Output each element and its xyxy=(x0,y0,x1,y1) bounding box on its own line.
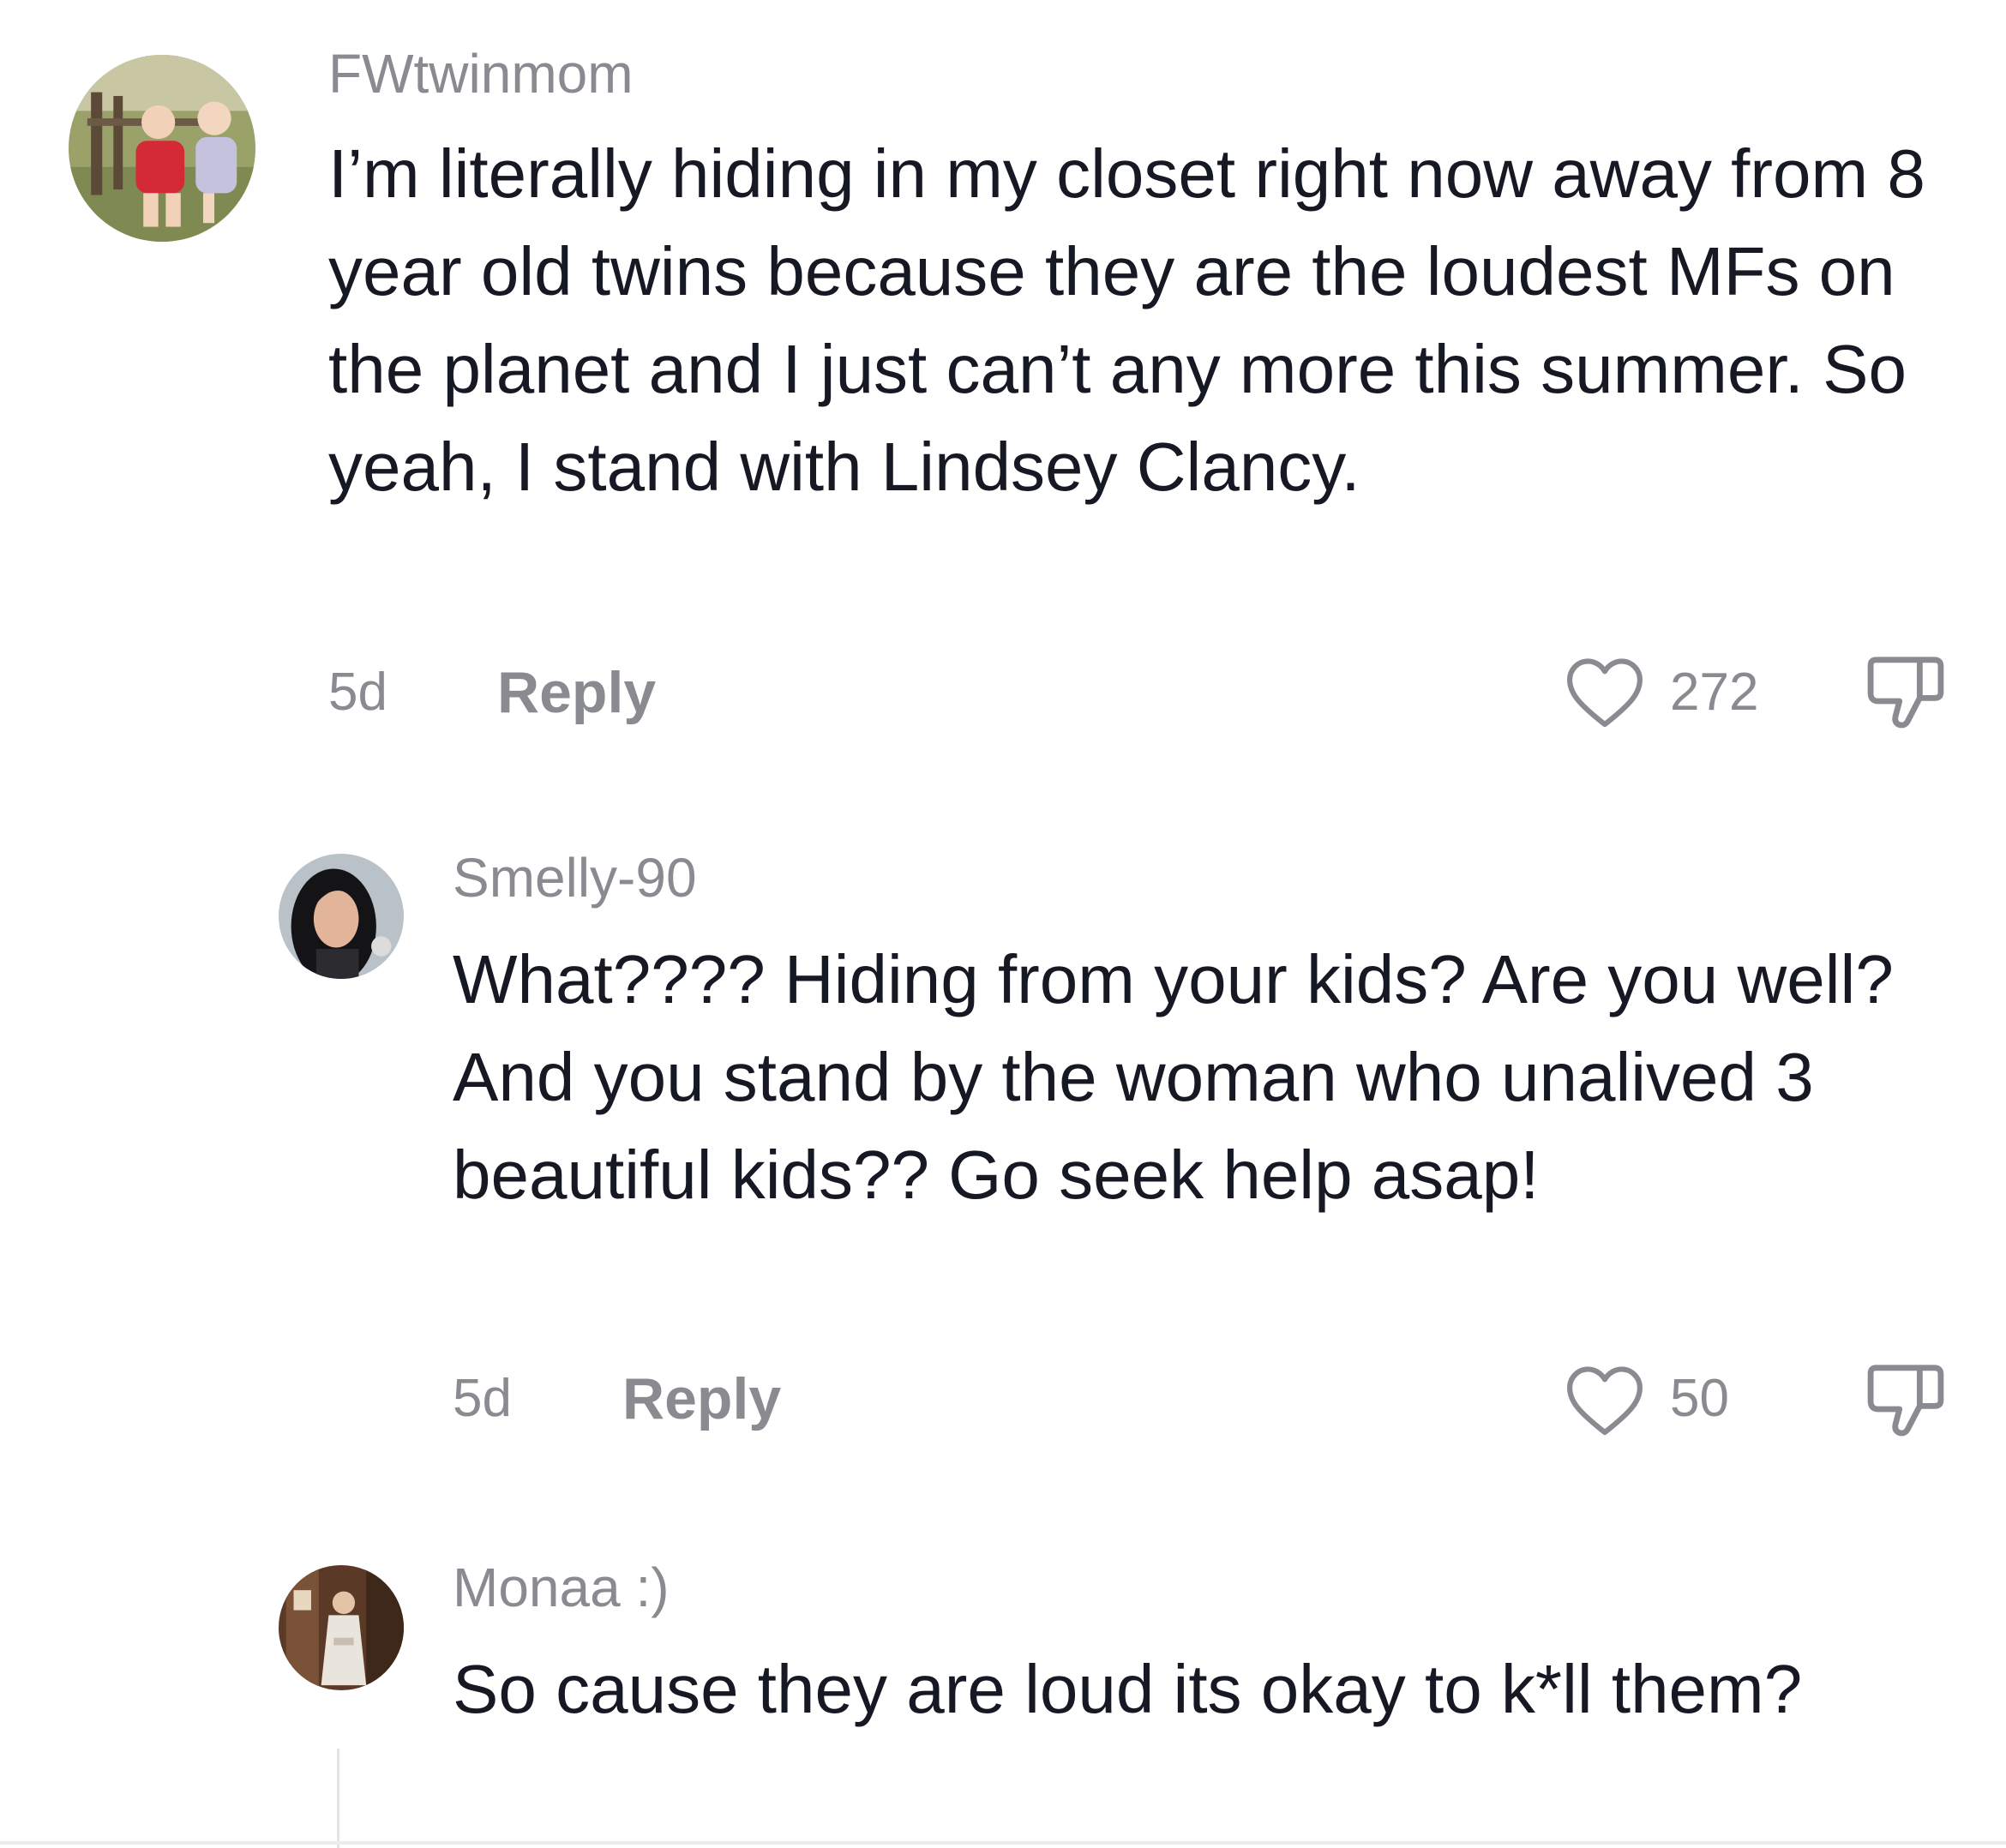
like-button[interactable] xyxy=(1562,653,1648,730)
comment-username[interactable]: FWtwinmom xyxy=(328,39,634,108)
avatar-fwtwinmom[interactable] xyxy=(69,55,255,242)
comment-timestamp: 5d xyxy=(328,663,387,722)
bottom-divider xyxy=(0,1841,2006,1845)
avatar-monaa-image xyxy=(279,1565,404,1690)
avatar-monaa[interactable] xyxy=(279,1565,404,1690)
comment-username[interactable]: Smelly-90 xyxy=(453,843,697,912)
reply-button[interactable]: Reply xyxy=(622,1365,781,1433)
dislike-button[interactable] xyxy=(1859,1358,1953,1443)
like-count: 50 xyxy=(1670,1369,1729,1428)
avatar-smelly-90[interactable] xyxy=(279,854,404,979)
like-button[interactable] xyxy=(1562,1361,1648,1438)
like-count: 272 xyxy=(1670,663,1759,722)
avatar-smelly-90-image xyxy=(279,854,404,979)
avatar-fwtwinmom-image xyxy=(69,55,255,242)
heart-outline-icon xyxy=(1567,1366,1643,1436)
reply-button[interactable]: Reply xyxy=(497,658,656,727)
comment-timestamp: 5d xyxy=(453,1369,512,1428)
comment-text: So cause they are loud its okay to k*ll … xyxy=(453,1651,1803,1727)
comment-text: What???? Hiding from your kids? Are you … xyxy=(453,941,1894,1213)
dislike-button[interactable] xyxy=(1859,650,1953,735)
thread-line xyxy=(337,1749,339,1848)
thumbs-down-outline-icon xyxy=(1867,657,1944,729)
comment-text: I’m literally hiding in my closet right … xyxy=(328,135,1925,505)
thumbs-down-outline-icon xyxy=(1867,1365,1944,1437)
comment-username[interactable]: Monaa :) xyxy=(453,1553,670,1622)
heart-outline-icon xyxy=(1567,658,1643,728)
